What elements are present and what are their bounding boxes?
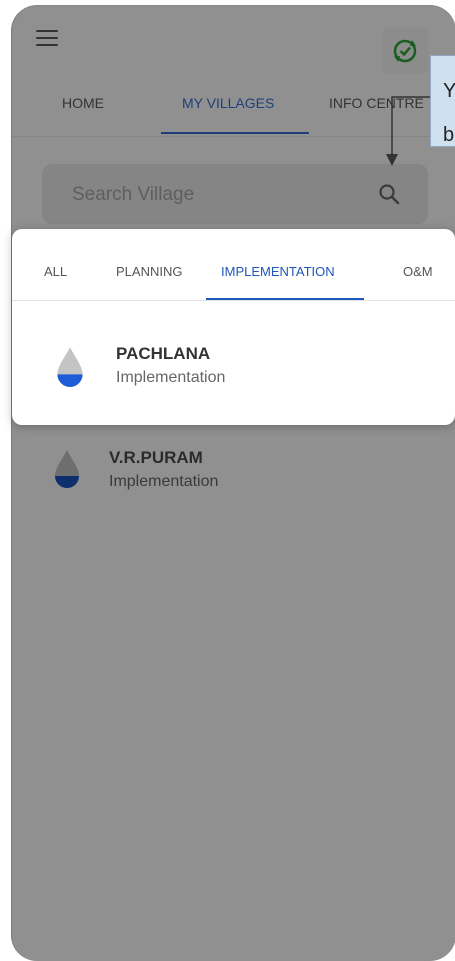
tab-my-villages[interactable]: MY VILLAGES (182, 94, 274, 136)
tooltip-callout: Y b (430, 55, 455, 147)
sync-button[interactable] (382, 28, 428, 74)
main-tabs: HOME MY VILLAGES INFO CENTRE (12, 94, 455, 136)
filter-tab-all[interactable]: ALL (44, 264, 67, 279)
sync-check-icon (393, 39, 417, 63)
filter-dropdown-panel: ALL PLANNING IMPLEMENTATION O&M PACHLANA… (12, 229, 455, 425)
list-item[interactable]: V.R.PURAM Implementation (12, 438, 455, 508)
tooltip-text: Y (443, 80, 455, 102)
village-name: PACHLANA (116, 344, 211, 363)
village-status: Implementation (116, 369, 226, 386)
search-input[interactable] (70, 164, 354, 226)
filter-divider (12, 300, 455, 301)
tooltip-text: b (443, 124, 455, 146)
filter-tab-implementation[interactable]: IMPLEMENTATION (221, 264, 335, 279)
filter-tab-om[interactable]: O&M (403, 264, 433, 279)
list-item[interactable]: PACHLANA Implementation (12, 335, 455, 405)
phone-screen: HOME MY VILLAGES INFO CENTRE V.R.PURAM I… (11, 5, 455, 961)
tab-info-centre[interactable]: INFO CENTRE (329, 94, 424, 136)
village-name: V.R.PURAM (109, 448, 203, 467)
tabs-divider (12, 136, 455, 137)
water-drop-icon (57, 347, 83, 387)
tab-home[interactable]: HOME (62, 94, 104, 136)
village-status: Implementation (109, 473, 219, 490)
search-icon[interactable] (378, 183, 400, 205)
active-tab-indicator (161, 132, 309, 134)
hamburger-menu-icon[interactable] (36, 30, 58, 46)
search-bar[interactable] (42, 164, 428, 226)
filter-tab-planning[interactable]: PLANNING (116, 264, 182, 279)
water-drop-icon (55, 450, 79, 488)
